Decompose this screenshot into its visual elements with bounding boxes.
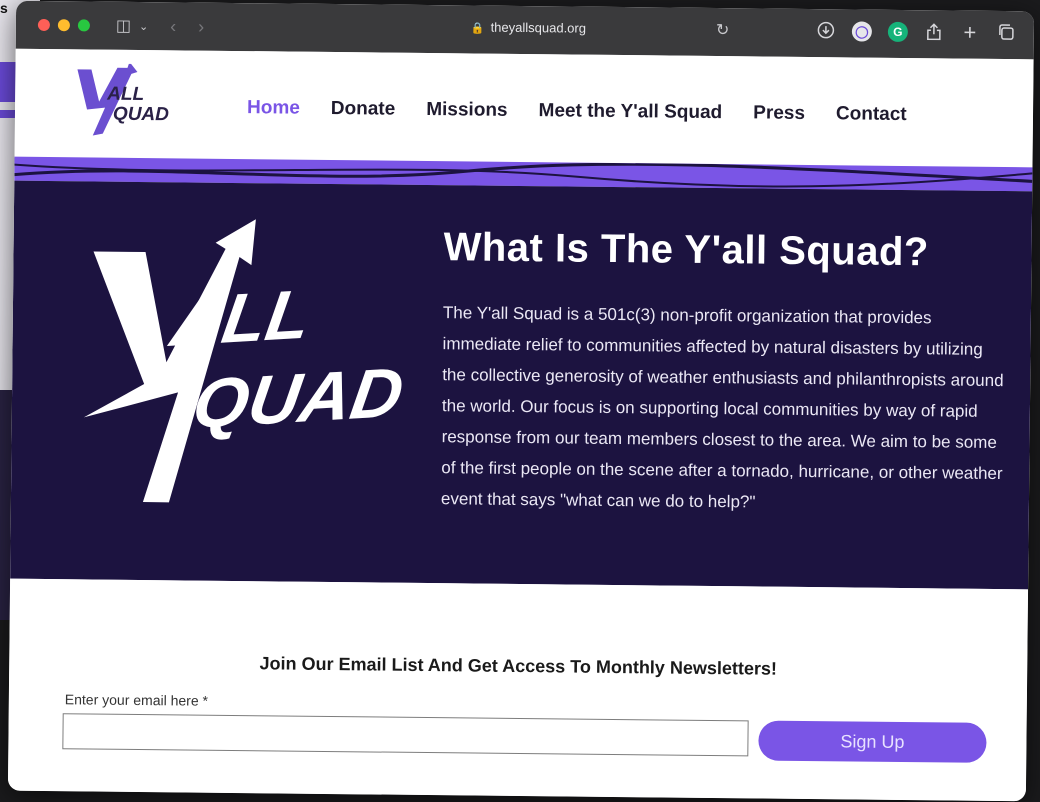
hero-logo-line1: ALL bbox=[164, 275, 316, 361]
browser-toolbar-right: ◯ G + bbox=[816, 20, 1016, 45]
chevron-down-icon[interactable]: ⌄ bbox=[139, 19, 148, 32]
hero-section: ALL QUAD What Is The Y'all Squad? The Y'… bbox=[10, 180, 1033, 590]
grammarly-icon[interactable]: G bbox=[887, 21, 908, 43]
lock-icon: 🔒 bbox=[470, 22, 485, 35]
address-bar-url: theyallsquad.org bbox=[490, 19, 587, 36]
site-header: ALL QUAD Home Donate Missions Meet the Y… bbox=[14, 48, 1034, 168]
nav-item-donate[interactable]: Donate bbox=[331, 98, 396, 121]
email-input[interactable] bbox=[62, 713, 749, 757]
logo-text-line1: ALL bbox=[106, 84, 144, 105]
hero-description: The Y'all Squad is a 501c(3) non-profit … bbox=[440, 303, 1004, 512]
newsletter-title: Join Our Email List And Get Access To Mo… bbox=[259, 653, 778, 679]
sign-up-button[interactable]: Sign Up bbox=[758, 720, 987, 763]
hero-logo-line2: QUAD bbox=[188, 353, 409, 443]
address-bar[interactable]: 🔒 theyallsquad.org bbox=[470, 19, 587, 36]
sidebar-icon[interactable]: ◫ bbox=[116, 16, 131, 36]
nav-item-press[interactable]: Press bbox=[753, 102, 805, 125]
reload-icon[interactable]: ↻ bbox=[716, 20, 730, 40]
zoom-window-button[interactable] bbox=[77, 19, 90, 32]
logo-text-line2: QUAD bbox=[113, 104, 169, 126]
share-icon[interactable] bbox=[924, 22, 944, 42]
background-window-fragment: s bbox=[0, 0, 8, 16]
plus-icon[interactable]: + bbox=[960, 20, 980, 45]
minimize-window-button[interactable] bbox=[57, 19, 70, 32]
hero-title: What Is The Y'all Squad? bbox=[443, 225, 930, 275]
tabs-overview-icon[interactable] bbox=[996, 23, 1016, 43]
main-nav: Home Donate Missions Meet the Y'all Squa… bbox=[247, 97, 907, 126]
close-window-button[interactable] bbox=[37, 18, 50, 32]
newsletter-section: Join Our Email List And Get Access To Mo… bbox=[7, 578, 1029, 802]
password-manager-icon[interactable]: ◯ bbox=[851, 21, 872, 42]
chevron-left-icon[interactable]: ‹ bbox=[170, 16, 176, 37]
email-label: Enter your email here * bbox=[64, 691, 209, 709]
nav-item-home[interactable]: Home bbox=[247, 97, 300, 120]
nav-item-contact[interactable]: Contact bbox=[836, 103, 907, 126]
hero-logo: ALL QUAD bbox=[73, 211, 416, 520]
browser-window: ◫ ⌄ ‹ › 🔒 theyallsquad.org ↻ ◯ G + ALL Q… bbox=[7, 0, 1035, 802]
nav-item-missions[interactable]: Missions bbox=[426, 99, 508, 122]
chevron-right-icon[interactable]: › bbox=[198, 16, 204, 37]
nav-item-meet-the-team[interactable]: Meet the Y'all Squad bbox=[538, 100, 722, 124]
site-logo[interactable]: ALL QUAD bbox=[73, 61, 174, 149]
download-icon[interactable] bbox=[816, 21, 836, 41]
